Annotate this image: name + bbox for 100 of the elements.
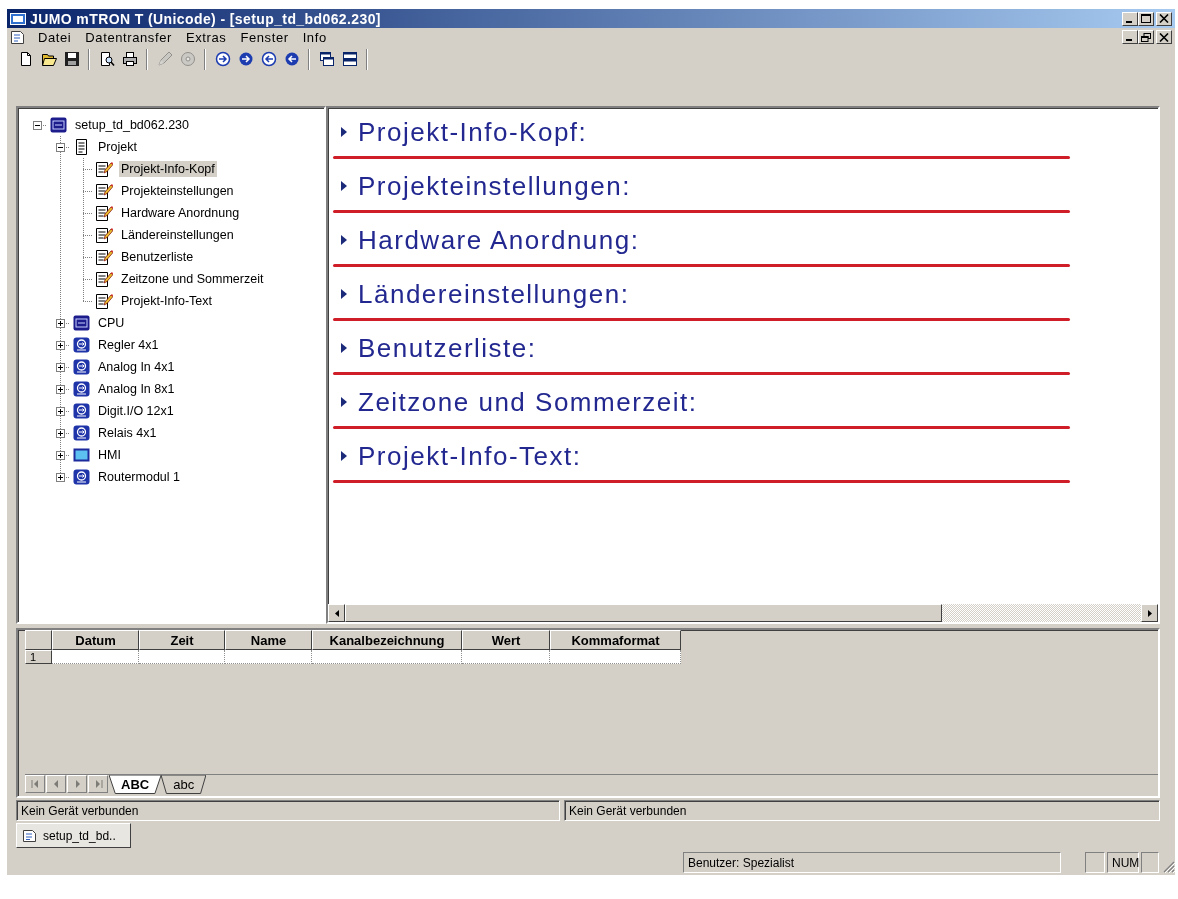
minimize-icon [1126, 20, 1132, 23]
scroll-left-button[interactable] [328, 604, 345, 622]
section-title[interactable]: Zeitzone und Sommerzeit: [358, 388, 698, 416]
tile-windows-icon [342, 51, 358, 67]
close-icon [1159, 14, 1169, 23]
column-header[interactable]: Wert [462, 630, 550, 650]
tree-item[interactable]: setup_td_bd062.230 [73, 117, 191, 133]
tree-item[interactable]: Projekt-Info-Text [119, 293, 214, 309]
tree-item[interactable]: Analog In 4x1 [96, 359, 177, 375]
module-icon [73, 403, 90, 419]
restore-icon [1141, 32, 1151, 42]
page-magnifier-icon [99, 51, 115, 67]
tree-item[interactable]: Digit.I/O 12x1 [96, 403, 176, 419]
sheet-tab[interactable]: abc [161, 775, 207, 794]
tree-item[interactable]: Ländereinstellungen [119, 227, 236, 243]
caret-icon [341, 235, 347, 245]
tree-item[interactable]: Regler 4x1 [96, 337, 161, 353]
section-title[interactable]: Projekteinstellungen: [358, 172, 631, 200]
column-header[interactable]: Kanalbezeichnung [312, 630, 462, 650]
tree-item[interactable]: CPU [96, 315, 127, 331]
arrow-circle-icon [238, 51, 254, 67]
table-cell[interactable] [550, 650, 681, 664]
tree-item[interactable]: Hardware Anordnung [119, 205, 242, 221]
column-header[interactable]: Datum [52, 630, 139, 650]
tree-item[interactable]: Projekteinstellungen [119, 183, 236, 199]
expand-icon[interactable] [55, 472, 65, 482]
column-header[interactable]: Kommaformat [550, 630, 681, 650]
pencil-icon [157, 51, 173, 67]
arrow-circle-icon [284, 51, 300, 67]
tree-item[interactable]: Routermodul 1 [96, 469, 182, 485]
section-title[interactable]: Projekt-Info-Kopf: [358, 118, 588, 146]
minimize-button[interactable] [1122, 30, 1138, 44]
status-pane [1141, 852, 1159, 873]
status-pane [1085, 852, 1105, 873]
status-message: Kein Gerät verbunden [564, 800, 1160, 821]
blank-page-icon [18, 51, 34, 67]
collapse-icon[interactable] [55, 142, 65, 152]
restore-button[interactable] [1138, 30, 1154, 44]
scroll-right-button[interactable] [1141, 604, 1158, 622]
close-button[interactable] [1156, 30, 1172, 44]
menu-item[interactable]: Datentransfer [78, 29, 179, 45]
page-pencil-icon [96, 271, 113, 287]
caret-icon [341, 181, 347, 191]
status-message: Kein Gerät verbunden [16, 800, 560, 821]
section-title[interactable]: Ländereinstellungen: [358, 280, 630, 308]
tree-item[interactable]: Relais 4x1 [96, 425, 159, 441]
module-icon [73, 381, 90, 397]
page-pencil-icon [96, 249, 113, 265]
first-arrow-icon [30, 780, 40, 788]
menu-item[interactable]: Datei [31, 29, 79, 45]
caret-icon [341, 127, 347, 137]
expand-icon[interactable] [55, 406, 65, 416]
maximize-icon [1141, 14, 1151, 23]
close-button[interactable] [1156, 11, 1172, 26]
status-pane: NUM [1107, 852, 1139, 873]
tree-item[interactable]: Benutzerliste [119, 249, 196, 265]
left-arrow-icon [334, 609, 339, 617]
row-header: 1 [25, 650, 52, 664]
column-header[interactable]: Zeit [139, 630, 225, 650]
document-tab[interactable]: setup_td_bd.. [16, 823, 131, 848]
maximize-button[interactable] [1138, 11, 1154, 26]
tree-item[interactable]: Projekt [96, 139, 139, 155]
table-cell[interactable] [52, 650, 139, 664]
section-title[interactable]: Projekt-Info-Text: [358, 442, 582, 470]
document-icon[interactable] [10, 29, 26, 45]
menu-item[interactable]: Extras [178, 29, 234, 45]
expand-icon[interactable] [55, 450, 65, 460]
module-icon [73, 425, 90, 441]
cascade-windows-icon [319, 51, 335, 67]
page-pencil-icon [96, 293, 113, 309]
printer-icon [122, 51, 138, 67]
expand-icon[interactable] [55, 384, 65, 394]
table-cell[interactable] [139, 650, 225, 664]
tree-item[interactable]: Zeitzone und Sommerzeit [119, 271, 266, 287]
tree-item[interactable]: Analog In 8x1 [96, 381, 177, 397]
expand-icon[interactable] [55, 362, 65, 372]
minimize-button[interactable] [1122, 11, 1138, 26]
expand-icon[interactable] [55, 318, 65, 328]
scrollbar-thumb[interactable] [345, 604, 942, 622]
menu-item[interactable]: Fenster [233, 29, 296, 45]
expand-icon[interactable] [55, 428, 65, 438]
arrow-circle-icon [261, 51, 277, 67]
table-cell[interactable] [312, 650, 462, 664]
collapse-icon[interactable] [32, 120, 42, 130]
tree-item[interactable]: HMI [96, 447, 123, 463]
status-pane: Benutzer: Spezialist [683, 852, 1061, 873]
expand-icon[interactable] [55, 340, 65, 350]
section-title[interactable]: Hardware Anordnung: [358, 226, 640, 254]
table-cell[interactable] [462, 650, 550, 664]
menu-item[interactable]: Info [295, 29, 334, 45]
tree-item[interactable]: Projekt-Info-Kopf [119, 161, 217, 177]
section-title[interactable]: Benutzerliste: [358, 334, 537, 362]
caret-icon [341, 397, 347, 407]
sheet-tab[interactable]: ABC [109, 775, 162, 794]
document-icon [22, 828, 38, 843]
caret-icon [341, 451, 347, 461]
module-icon [73, 469, 90, 485]
resize-grip-icon[interactable] [1161, 859, 1175, 873]
table-cell[interactable] [225, 650, 312, 664]
column-header[interactable]: Name [225, 630, 312, 650]
